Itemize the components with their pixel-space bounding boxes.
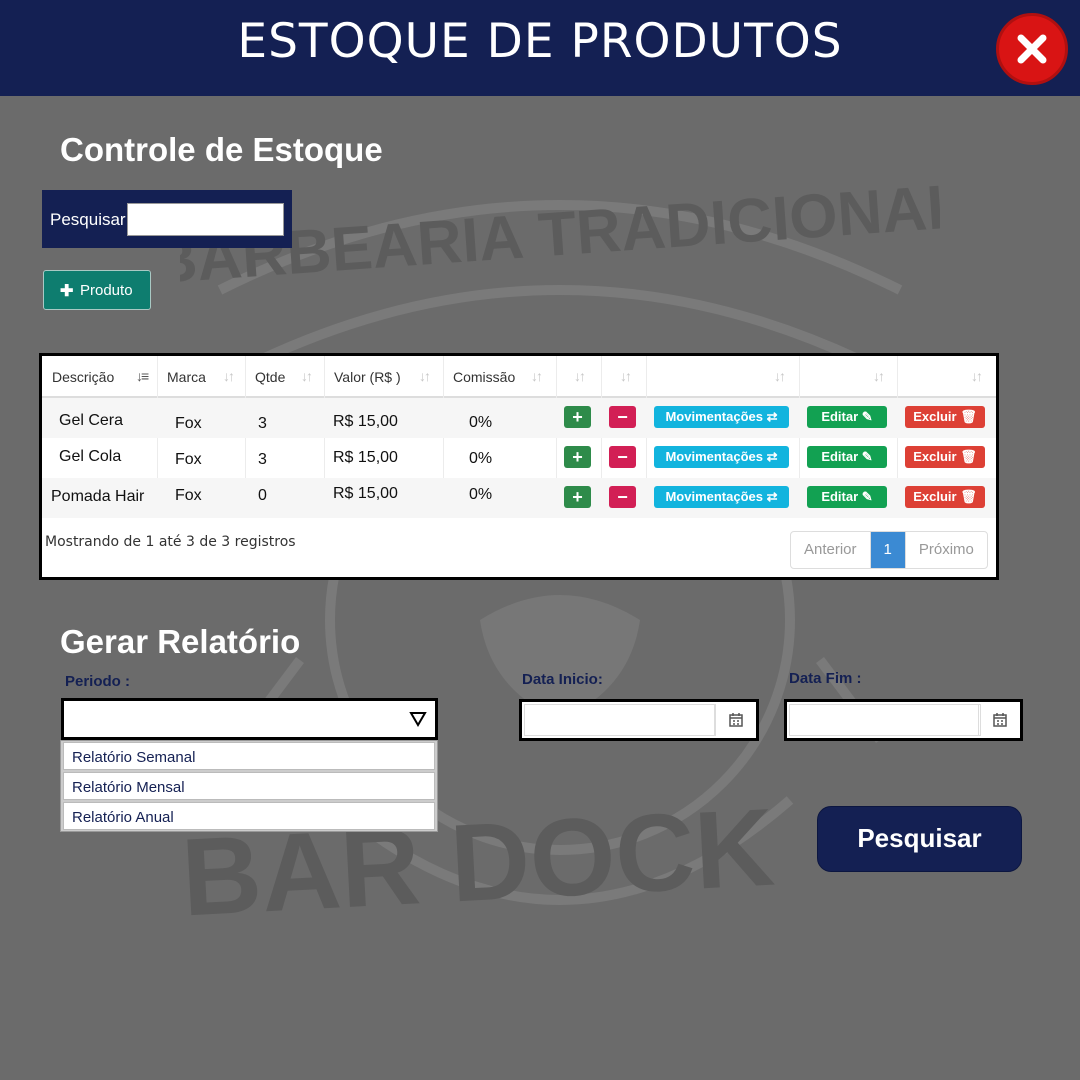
period-option-weekly[interactable]: Relatório Semanal — [63, 742, 435, 770]
table-row: Gel Cera Fox 3 R$ 15,00 0% + − Movimenta… — [42, 398, 996, 438]
increase-stock-button[interactable]: + — [564, 446, 591, 468]
header-label: Valor (R$ ) — [334, 369, 401, 385]
records-info: Mostrando de 1 até 3 de 3 registros — [45, 534, 296, 550]
cell-comissao: 0% — [469, 450, 493, 467]
close-icon — [1017, 34, 1047, 64]
cell-descricao: Gel Cera — [59, 412, 124, 429]
sort-icon: ↓↑ — [301, 368, 313, 384]
header-editar[interactable]: ↓↑ — [799, 356, 897, 398]
decrease-stock-button[interactable]: − — [609, 406, 636, 428]
cell-qtde: 3 — [258, 415, 267, 432]
end-date-calendar-button[interactable] — [978, 704, 1020, 736]
start-date-field — [519, 699, 759, 741]
sort-icon: ↓↑ — [971, 368, 983, 384]
cell-marca: Fox — [175, 415, 202, 432]
cell-valor: R$ 15,00 — [333, 449, 398, 466]
end-date-field — [784, 699, 1023, 741]
sort-icon: ↓↑ — [620, 368, 632, 384]
cell-descricao: Pomada Hair — [51, 488, 145, 505]
cell-comissao: 0% — [469, 486, 493, 503]
cell-valor: R$ 15,00 — [333, 413, 398, 430]
background-logo-top-text: BARBEARIA TRADICIONAL — [180, 172, 940, 298]
pagination-next[interactable]: Próximo — [906, 532, 987, 568]
products-table: Descrição ↓≡ Marca ↓↑ Qtde ↓↑ Valor (R$ ) ↓↑… — [39, 353, 999, 580]
pagination: Anterior 1 Próximo — [790, 531, 988, 569]
start-date-calendar-button[interactable] — [714, 704, 756, 736]
period-label-text: Periodo — [65, 673, 121, 690]
plus-icon: ✚ — [60, 283, 74, 300]
period-option-yearly[interactable]: Relatório Anual — [63, 802, 435, 830]
increase-stock-button[interactable]: + — [564, 486, 591, 508]
calendar-icon — [729, 713, 743, 727]
movimentacoes-button[interactable]: Movimentações ⇄ — [654, 406, 789, 428]
cell-qtde: 0 — [258, 487, 267, 504]
pagination-page-current[interactable]: 1 — [869, 532, 906, 568]
header-movimentacoes[interactable]: ↓↑ — [646, 356, 799, 398]
sort-icon: ↓↑ — [574, 368, 586, 384]
header-descricao[interactable]: Descrição ↓≡ — [42, 356, 157, 398]
period-select[interactable] — [61, 698, 438, 740]
sort-asc-icon: ↓≡ — [136, 368, 149, 384]
report-search-button[interactable]: Pesquisar — [817, 806, 1022, 872]
end-date-input[interactable] — [789, 704, 981, 736]
delete-button[interactable]: Excluir 🗑 — [905, 446, 985, 468]
add-product-button[interactable]: ✚ Produto — [43, 270, 151, 310]
sort-icon: ↓↑ — [223, 368, 235, 384]
cell-valor: R$ 15,00 — [333, 485, 398, 502]
header-bar: ESTOQUE DE PRODUTOS — [0, 0, 1080, 96]
start-date-input[interactable] — [524, 704, 716, 736]
cell-marca: Fox — [175, 487, 202, 504]
close-button[interactable] — [996, 13, 1068, 85]
header-label: Descrição — [52, 369, 115, 385]
header-label: Marca — [167, 369, 206, 385]
end-date-label: Data Fim : — [789, 670, 862, 687]
delete-button[interactable]: Excluir 🗑 — [905, 406, 985, 428]
stock-section-title: Controle de Estoque — [60, 131, 383, 168]
header-valor[interactable]: Valor (R$ ) ↓↑ — [324, 356, 443, 398]
sort-icon: ↓↑ — [873, 368, 885, 384]
end-date-label-text: Data Fim — [789, 670, 853, 687]
search-label: Pesquisar — [50, 210, 126, 229]
movimentacoes-button[interactable]: Movimentações ⇄ — [654, 486, 789, 508]
search-input[interactable] — [127, 203, 284, 236]
header-label: Comissão — [453, 369, 516, 385]
start-date-label-text: Data Inicio — [522, 671, 598, 688]
edit-button[interactable]: Editar ✎ — [807, 406, 887, 428]
page-title: ESTOQUE DE PRODUTOS — [237, 14, 843, 69]
decrease-stock-button[interactable]: − — [609, 446, 636, 468]
table-row: Pomada Hair Fox 0 R$ 15,00 0% + − Movime… — [42, 478, 996, 518]
header-label: Qtde — [255, 369, 286, 385]
table-row: Gel Cola Fox 3 R$ 15,00 0% + − Movimenta… — [42, 438, 996, 478]
period-label: Periodo : — [65, 673, 131, 690]
sort-icon: ↓↑ — [531, 368, 543, 384]
edit-button[interactable]: Editar ✎ — [807, 486, 887, 508]
search-panel: Pesquisar — [42, 190, 292, 248]
cell-marca: Fox — [175, 451, 202, 468]
increase-stock-button[interactable]: + — [564, 406, 591, 428]
add-product-label: Produto — [80, 282, 133, 299]
decrease-stock-button[interactable]: − — [609, 486, 636, 508]
header-add[interactable]: ↓↑ — [556, 356, 601, 398]
header-comissao[interactable]: Comissão ↓↑ — [443, 356, 556, 398]
movimentacoes-button[interactable]: Movimentações ⇄ — [654, 446, 789, 468]
cell-qtde: 3 — [258, 451, 267, 468]
delete-button[interactable]: Excluir 🗑 — [905, 486, 985, 508]
sort-icon: ↓↑ — [774, 368, 786, 384]
edit-button[interactable]: Editar ✎ — [807, 446, 887, 468]
cell-comissao: 0% — [469, 414, 493, 431]
calendar-icon — [993, 713, 1007, 727]
period-option-monthly[interactable]: Relatório Mensal — [63, 772, 435, 800]
dropdown-arrow-icon — [409, 712, 427, 727]
pagination-prev[interactable]: Anterior — [791, 532, 870, 568]
start-date-label: Data Inicio: — [522, 671, 603, 688]
cell-descricao: Gel Cola — [59, 448, 122, 465]
background-logo: BARBEARIA TRADICIONAL BAR DOCK — [180, 172, 940, 940]
header-qtde[interactable]: Qtde ↓↑ — [245, 356, 324, 398]
header-excluir[interactable]: ↓↑ — [897, 356, 996, 398]
period-options-list: Relatório Semanal Relatório Mensal Relat… — [60, 740, 438, 832]
header-marca[interactable]: Marca ↓↑ — [157, 356, 245, 398]
header-remove[interactable]: ↓↑ — [601, 356, 646, 398]
sort-icon: ↓↑ — [419, 368, 431, 384]
report-section-title: Gerar Relatório — [60, 623, 301, 660]
